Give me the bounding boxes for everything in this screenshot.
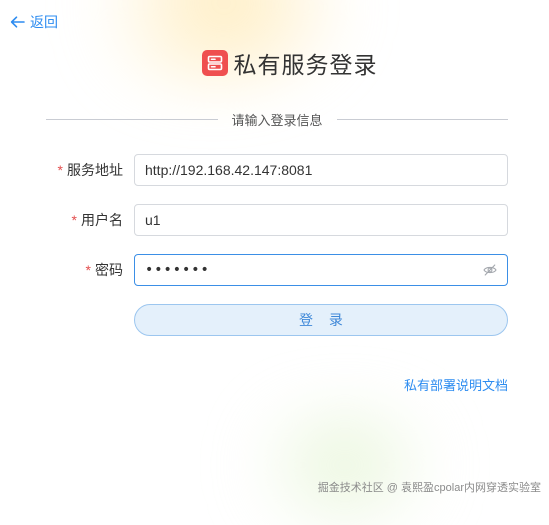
arrow-left-icon [10, 16, 25, 28]
server-address-row: * 服务地址 [0, 154, 549, 186]
section-title: 请输入登录信息 [231, 113, 323, 128]
login-button[interactable]: 登 录 [134, 304, 508, 336]
server-address-label-text: 服务地址 [67, 162, 123, 178]
required-mark: * [57, 162, 63, 178]
username-label-text: 用户名 [81, 212, 123, 228]
username-label: * 用户名 [72, 204, 123, 236]
username-input[interactable] [134, 204, 508, 236]
required-mark: * [71, 212, 77, 228]
divider-line-right [336, 119, 509, 120]
page-header: 私有服务登录 [0, 46, 549, 80]
divider-line-left [46, 119, 218, 120]
background-glow-bottom [230, 405, 460, 525]
section-divider: 请输入登录信息 [46, 110, 509, 129]
password-label: * 密码 [86, 254, 123, 286]
watermark: 掘金技术社区 @ 袁熙盈cpolar内网穿透实验室 [317, 482, 541, 494]
back-link[interactable]: 返回 [10, 12, 58, 32]
username-row: * 用户名 [0, 204, 549, 236]
password-input[interactable] [134, 254, 508, 286]
page-title: 私有服务登录 [233, 52, 378, 78]
server-icon [201, 50, 228, 76]
required-mark: * [85, 262, 91, 278]
eye-off-icon[interactable] [483, 263, 497, 277]
server-address-label: * 服务地址 [58, 154, 123, 186]
server-address-input[interactable] [134, 154, 508, 186]
password-label-text: 密码 [95, 262, 123, 278]
password-row: * 密码 [0, 254, 549, 286]
back-label[interactable]: 返回 [30, 12, 58, 32]
private-deployment-docs-link[interactable]: 私有部署说明文档 [404, 375, 508, 394]
password-field [134, 254, 508, 286]
